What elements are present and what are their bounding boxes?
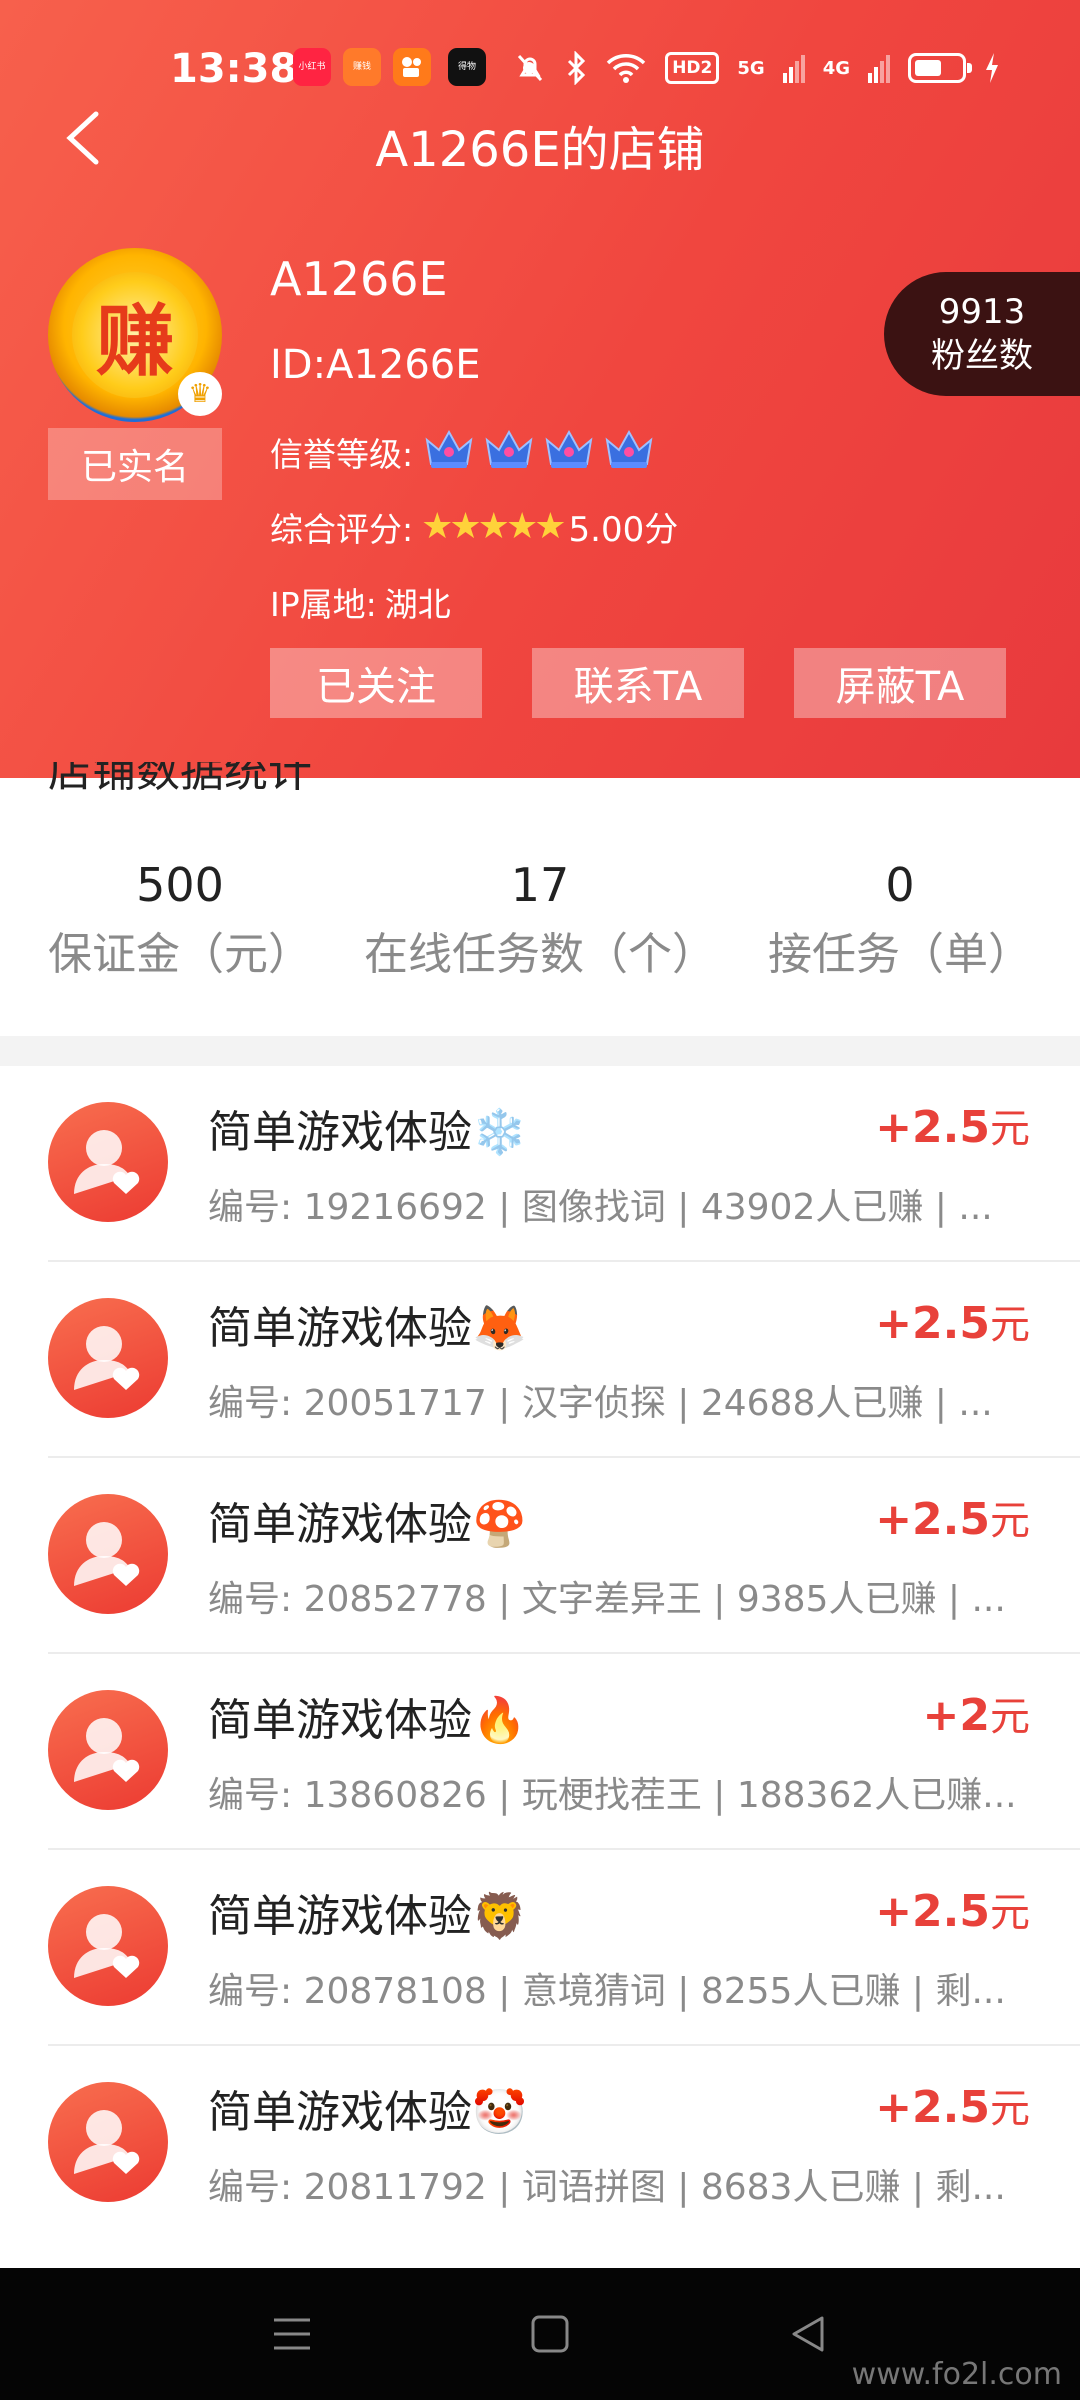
task-desc: 编号: 20852778 | 文字差异王 | 9385人已赚 | ...	[208, 1579, 1006, 1620]
kuaishou-icon	[393, 48, 431, 86]
task-reward: +2.5元	[875, 1494, 1030, 1545]
bluetooth-icon	[568, 51, 586, 85]
credit-level-row: 信誉等级:	[270, 424, 661, 480]
task-avatar-icon	[48, 1494, 168, 1614]
shop-avatar[interactable]: 赚 ♛	[48, 248, 222, 422]
credit-label: 信誉等级:	[270, 435, 414, 474]
verified-badge: 已实名	[48, 428, 222, 500]
crown-badge-icon: ♛	[178, 372, 222, 416]
rating-row: 综合评分: ★★★★★ 5.00分	[270, 502, 678, 551]
task-title: 简单游戏体验🔥	[208, 1695, 527, 1746]
task-item[interactable]: 简单游戏体验🦊 +2.5元 编号: 20051717 | 汉字侦探 | 2468…	[48, 1262, 1080, 1458]
task-item[interactable]: 简单游戏体验🔥 +2元 编号: 13860826 | 玩梗找茬王 | 18836…	[48, 1654, 1080, 1850]
task-list: 简单游戏体验❄️ +2.5元 编号: 19216692 | 图像找词 | 439…	[0, 1066, 1080, 2240]
shop-stats: 500 保证金（元） 17 在线任务数（个） 0 接任务（单）	[0, 858, 1080, 988]
task-avatar-icon	[48, 1886, 168, 2006]
wifi-icon	[606, 54, 646, 83]
stat-label: 保证金（元）	[48, 929, 312, 980]
task-title: 简单游戏体验🦊	[208, 1303, 527, 1354]
credit-crowns	[421, 424, 661, 480]
block-button[interactable]: 屏蔽TA	[794, 648, 1006, 718]
credit-crown-icon	[485, 429, 533, 468]
task-avatar-icon	[48, 1102, 168, 1222]
task-title: 简单游戏体验🤡	[208, 2087, 527, 2138]
task-title: 简单游戏体验🍄	[208, 1499, 527, 1550]
rating-score: 5.00分	[568, 510, 679, 550]
charging-icon	[986, 53, 998, 83]
rating-label: 综合评分:	[270, 509, 414, 549]
task-item[interactable]: 简单游戏体验🦁 +2.5元 编号: 20878108 | 意境猜词 | 8255…	[48, 1850, 1080, 2046]
network-5g: 5G	[737, 57, 765, 79]
credit-crown-icon	[425, 429, 473, 468]
zhuanqian-icon: 赚钱	[343, 48, 381, 86]
home-nav-icon[interactable]	[528, 2312, 572, 2356]
section-divider	[0, 1036, 1080, 1066]
stats-title: 店铺数据统计	[48, 762, 312, 796]
fans-count-badge: 9913 粉丝数	[884, 272, 1080, 396]
status-bar: 13:38 小红书 赚钱 得物 HD2 5G 4G	[0, 44, 1080, 94]
task-desc: 编号: 20878108 | 意境猜词 | 8255人已赚 | 剩...	[208, 1971, 1006, 2012]
menu-nav-icon[interactable]	[270, 2312, 314, 2356]
stat-value: 17	[510, 858, 570, 912]
network-4g: 4G	[822, 57, 850, 79]
stat-online-tasks: 17 在线任务数（个）	[360, 858, 720, 988]
task-desc: 编号: 20811792 | 词语拼图 | 8683人已赚 | 剩...	[208, 2167, 1006, 2208]
task-title: 简单游戏体验🦁	[208, 1891, 527, 1942]
task-reward: +2.5元	[875, 1102, 1030, 1153]
task-reward: +2.5元	[875, 1886, 1030, 1937]
page-title: A1266E的店铺	[375, 122, 705, 178]
signal-icon	[782, 55, 805, 83]
watermark: www.fo2l.com	[851, 2357, 1062, 2392]
shop-id: ID:A1266E	[270, 342, 481, 388]
status-time: 13:38	[170, 46, 298, 92]
shop-header: 13:38 小红书 赚钱 得物 HD2 5G 4G A1266E的店铺 赚 ♛ …	[0, 0, 1080, 778]
signal-icon-2	[868, 55, 890, 83]
task-item[interactable]: 简单游戏体验🤡 +2.5元 编号: 20811792 | 词语拼图 | 8683…	[48, 2046, 1080, 2240]
task-desc: 编号: 13860826 | 玩梗找茬王 | 188362人已赚...	[208, 1775, 1017, 1816]
task-avatar-icon	[48, 2082, 168, 2202]
back-nav-icon[interactable]	[786, 2312, 830, 2356]
task-avatar-icon	[48, 1690, 168, 1810]
task-item[interactable]: 简单游戏体验❄️ +2.5元 编号: 19216692 | 图像找词 | 439…	[48, 1066, 1080, 1262]
task-reward: +2.5元	[875, 2082, 1030, 2133]
stat-accepted: 0 接任务（单）	[720, 858, 1080, 988]
shop-username: A1266E	[270, 252, 448, 306]
stat-value: 500	[136, 858, 224, 912]
avatar-text: 赚	[72, 272, 198, 398]
system-nav-bar: www.fo2l.com	[0, 2268, 1080, 2400]
stat-deposit: 500 保证金（元）	[0, 858, 360, 988]
credit-crown-icon	[605, 429, 653, 468]
task-desc: 编号: 20051717 | 汉字侦探 | 24688人已赚 | ...	[208, 1383, 993, 1424]
ip-label: IP属地:	[270, 585, 377, 624]
stat-label: 接任务（单）	[768, 929, 1032, 980]
xiaohongshu-icon: 小红书	[293, 48, 331, 86]
fans-label: 粉丝数	[931, 336, 1033, 376]
battery-icon	[908, 53, 972, 83]
rating-stars: ★★★★★	[421, 506, 566, 547]
mute-icon	[518, 54, 543, 82]
follow-button[interactable]: 已关注	[270, 648, 482, 718]
task-avatar-icon	[48, 1298, 168, 1418]
task-reward: +2.5元	[875, 1298, 1030, 1349]
credit-crown-icon	[545, 429, 593, 468]
douyin-icon: 得物	[448, 48, 486, 86]
stat-value: 0	[885, 858, 915, 912]
status-icons: HD2 5G 4G	[513, 48, 1000, 88]
task-reward: +2元	[922, 1690, 1030, 1741]
ip-row: IP属地: 湖北	[270, 578, 451, 626]
contact-button[interactable]: 联系TA	[532, 648, 744, 718]
fans-count: 9913	[938, 292, 1026, 332]
hd-badge: HD2	[665, 52, 720, 84]
task-desc: 编号: 19216692 | 图像找词 | 43902人已赚 | ...	[208, 1187, 993, 1228]
stat-label: 在线任务数（个）	[364, 929, 716, 980]
task-title: 简单游戏体验❄️	[208, 1107, 527, 1158]
task-item[interactable]: 简单游戏体验🍄 +2.5元 编号: 20852778 | 文字差异王 | 938…	[48, 1458, 1080, 1654]
ip-value: 湖北	[384, 585, 451, 624]
